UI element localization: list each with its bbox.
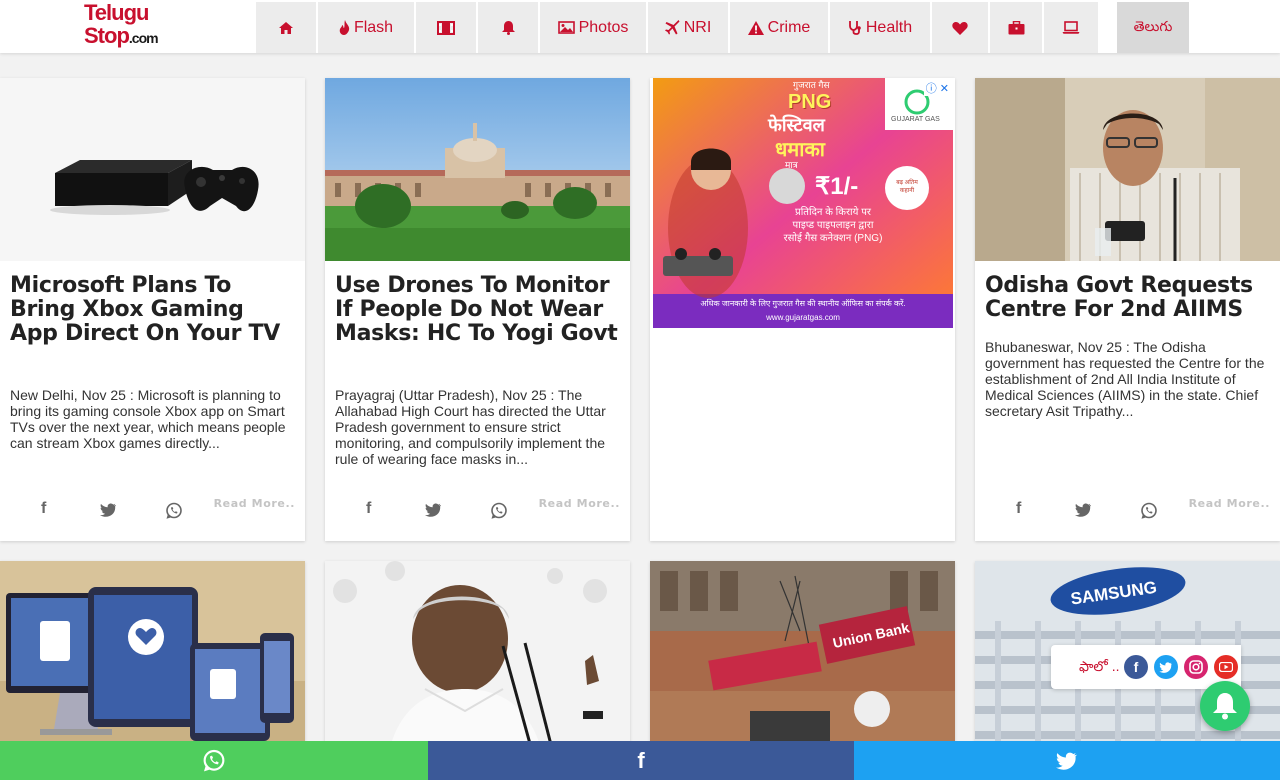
ad-sub2: धमाका [775, 139, 825, 161]
article-card-drones[interactable]: Use Drones To Monitor If People Do Not W… [325, 78, 630, 541]
film-icon [437, 20, 455, 35]
nav-nri-label: NRI [683, 18, 712, 36]
notification-bell-button[interactable] [1200, 681, 1250, 731]
nav-photos-label: Photos [578, 18, 629, 36]
ad-brand: GUJARAT GAS [891, 116, 940, 123]
whatsapp-share-icon[interactable] [165, 502, 183, 520]
read-more-link[interactable]: Read More.. [1189, 497, 1270, 510]
article-card-xbox[interactable]: Microsoft Plans To Bring Xbox Gaming App… [0, 78, 305, 541]
notification-bell-icon [1213, 693, 1237, 720]
nav-health[interactable]: Health [830, 2, 930, 53]
official-portrait-image [975, 78, 1280, 261]
twitter-share-icon[interactable] [100, 503, 117, 517]
read-more-link[interactable]: Read More.. [214, 497, 295, 510]
ad-badge: बढ़ अतिम कहानी [896, 180, 918, 194]
site-logo[interactable]: Telugu Stop.com [84, 2, 174, 50]
ad-url: www.gujaratgas.com [766, 313, 840, 322]
facebook-share-icon[interactable]: f [41, 500, 46, 518]
whatsapp-share-icon[interactable] [1140, 502, 1158, 520]
facebook-share-icon[interactable]: f [1016, 500, 1021, 518]
nav-favorites[interactable] [932, 2, 988, 53]
whatsapp-share-icon[interactable] [490, 502, 508, 520]
home-icon [279, 21, 293, 34]
whatsapp-share-button[interactable] [0, 741, 428, 780]
nav-tech[interactable] [1044, 2, 1098, 53]
nav-crime-label: Crime [767, 18, 811, 36]
article-desc: Bhubaneswar, Nov 25 : The Odisha governm… [985, 339, 1265, 419]
stethoscope-icon [848, 21, 861, 35]
facebook-icon[interactable]: f [1124, 655, 1148, 679]
ad-price-desc: प्रतिदिन के किराये पर पाइप्ड पाइपलाइन द्… [783, 207, 883, 244]
nav-nri[interactable]: NRI [648, 2, 728, 53]
plane-icon [664, 20, 680, 35]
nav-videos[interactable] [416, 2, 476, 53]
youtube-icon[interactable] [1214, 655, 1238, 679]
logo-line-2: Stop.com [84, 25, 174, 47]
ad-price: ₹1/- [815, 173, 859, 200]
ad-close-button[interactable]: ⓘ ✕ [923, 80, 951, 96]
follow-label: ఫాలో .. [1079, 658, 1120, 674]
article-title[interactable]: Use Drones To Monitor If People Do Not W… [335, 274, 620, 346]
share-row: f Read More.. [325, 496, 630, 526]
article-image-high-court[interactable] [325, 78, 630, 261]
twitter-share-icon[interactable] [1075, 503, 1092, 517]
heart-icon [952, 21, 968, 35]
warning-icon [747, 20, 764, 35]
facebook-share-button[interactable]: f [428, 741, 854, 780]
twitter-icon [1056, 752, 1077, 770]
briefcase-icon [1008, 20, 1024, 34]
logo-com: .com [128, 30, 159, 46]
twitter-share-button[interactable] [854, 741, 1280, 780]
nav-photos[interactable]: Photos [540, 2, 646, 53]
twitter-share-icon[interactable] [425, 503, 442, 517]
nav-flash[interactable]: Flash [318, 2, 414, 53]
share-row: f Read More.. [0, 496, 305, 526]
facebook-share-icon[interactable]: f [366, 500, 371, 518]
main-nav: Flash Photos NRI Crime Health తెలుగు [256, 2, 1191, 53]
instagram-icon[interactable] [1184, 655, 1208, 679]
read-more-link[interactable]: Read More.. [539, 497, 620, 510]
article-desc: New Delhi, Nov 25 : Microsoft is plannin… [10, 387, 286, 451]
share-row: f Read More.. [975, 496, 1280, 526]
nav-language-label: తెలుగు [1133, 17, 1173, 34]
nav-home[interactable] [256, 2, 316, 53]
ad-only: मात्र [785, 160, 798, 170]
logo-stop: Stop [84, 23, 130, 48]
facebook-icon: f [637, 747, 645, 773]
site-header: Telugu Stop.com Flash Photos NRI Crime H… [0, 0, 1280, 53]
logo-line-1: Telugu [84, 0, 149, 25]
image-icon [557, 21, 575, 34]
article-desc: Prayagraj (Uttar Pradesh), Nov 25 : The … [335, 387, 606, 467]
xbox-console-image [0, 78, 305, 261]
nav-health-label: Health [865, 18, 913, 36]
article-card-aiims[interactable]: Odisha Govt Requests Centre For 2nd AIIM… [975, 78, 1280, 541]
ad-headline: PNG [788, 91, 832, 113]
fire-icon [339, 20, 350, 35]
laptop-icon [1062, 21, 1080, 34]
article-title[interactable]: Odisha Govt Requests Centre For 2nd AIIM… [985, 274, 1270, 322]
twitter-icon[interactable] [1154, 655, 1178, 679]
ad-sub1: फेस्टिवल [768, 115, 825, 135]
high-court-image [325, 78, 630, 261]
ad-tag: गुजरात गैस [793, 80, 830, 90]
bottom-share-bar: f [0, 741, 1280, 780]
whatsapp-icon [203, 749, 225, 771]
article-title[interactable]: Microsoft Plans To Bring Xbox Gaming App… [10, 274, 295, 346]
bell-icon [501, 21, 515, 35]
advertisement-banner[interactable]: गुजरात गैस PNG फेस्टिवल धमाका मात्र ₹1/-… [653, 78, 953, 328]
nav-notifications[interactable] [478, 2, 538, 53]
article-image-aiims[interactable] [975, 78, 1280, 261]
nav-language-telugu[interactable]: తెలుగు [1117, 2, 1189, 53]
nav-flash-label: Flash [353, 18, 394, 36]
article-image-xbox[interactable] [0, 78, 305, 261]
nav-business[interactable] [990, 2, 1042, 53]
nav-crime[interactable]: Crime [730, 2, 828, 53]
ad-footer: अधिक जानकारी के लिए गुजरात गैस की स्थानी… [700, 299, 906, 308]
follow-widget: ఫాలో .. f [1051, 645, 1241, 689]
